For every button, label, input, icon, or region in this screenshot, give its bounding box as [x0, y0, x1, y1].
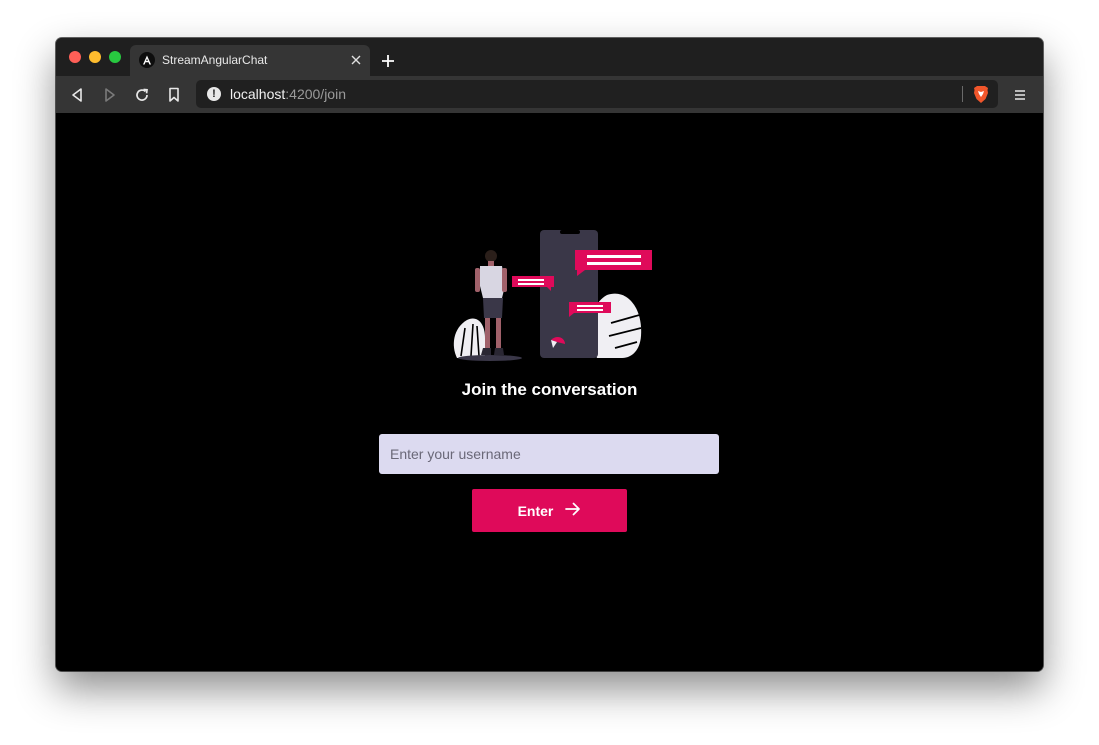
angular-icon — [139, 52, 155, 68]
enter-button-label: Enter — [517, 502, 554, 519]
forward-icon[interactable] — [99, 84, 121, 106]
username-input[interactable] — [379, 434, 719, 474]
arrow-right-icon — [565, 502, 581, 519]
hamburger-menu-icon[interactable] — [1010, 85, 1030, 105]
tab-bar: StreamAngularChat — [56, 38, 1043, 76]
brave-shield-icon[interactable] — [972, 85, 990, 104]
bookmark-icon[interactable] — [163, 84, 185, 106]
enter-button[interactable]: Enter — [472, 489, 627, 532]
window-maximize-button[interactable] — [109, 51, 121, 63]
url-divider — [962, 86, 963, 102]
join-page: Join the conversation Enter — [56, 113, 1043, 671]
page-title: Join the conversation — [461, 380, 638, 399]
chat-illustration — [453, 230, 652, 361]
window-close-button[interactable] — [69, 51, 81, 63]
url-text[interactable]: localhost:4200/join — [230, 86, 346, 102]
address-bar[interactable]: ! localhost:4200/join — [196, 80, 998, 108]
info-icon[interactable]: ! — [207, 87, 221, 101]
browser-window: StreamAngularChat ! localhost:4200/join … — [56, 38, 1043, 671]
tab-title: StreamAngularChat — [162, 53, 268, 67]
reload-icon[interactable] — [131, 84, 153, 106]
browser-toolbar: ! localhost:4200/join — [56, 76, 1043, 113]
browser-tab[interactable]: StreamAngularChat — [130, 45, 370, 76]
plus-icon[interactable] — [378, 51, 398, 71]
close-icon[interactable] — [348, 52, 364, 68]
back-icon[interactable] — [66, 84, 88, 106]
window-minimize-button[interactable] — [89, 51, 101, 63]
